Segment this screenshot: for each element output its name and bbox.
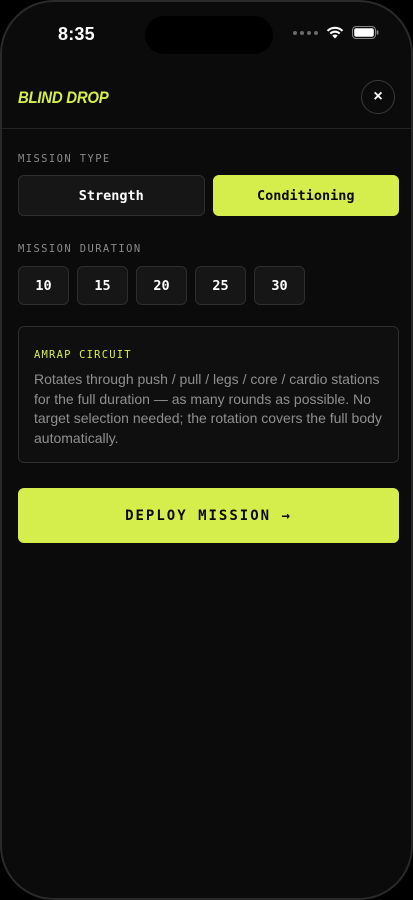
status-icons — [293, 26, 379, 39]
info-card-title: AMRAP CIRCUIT — [34, 349, 132, 361]
mission-type-selector: Strength Conditioning — [18, 175, 399, 216]
duration-15-button[interactable]: 15 — [77, 266, 128, 305]
status-time: 8:35 — [58, 24, 95, 44]
mission-duration-selector: 10 15 20 25 30 — [18, 266, 305, 305]
wifi-icon — [326, 26, 344, 39]
duration-25-button[interactable]: 25 — [195, 266, 246, 305]
mission-type-label: MISSION TYPE — [18, 153, 111, 165]
app-header: BLIND DROP × — [2, 66, 411, 129]
mission-type-conditioning-button[interactable]: Conditioning — [212, 175, 399, 216]
info-card-description: Rotates through push / pull / legs / cor… — [34, 371, 382, 446]
status-bar: 8:35 — [2, 2, 411, 66]
page-title: BLIND DROP — [18, 88, 109, 107]
battery-icon — [352, 26, 379, 39]
duration-20-button[interactable]: 20 — [136, 266, 187, 305]
close-icon: × — [373, 88, 383, 105]
phone-screen: 8:35 BLIND DROP × MISSION TYPE Strength … — [0, 0, 413, 900]
mission-type-strength-button[interactable]: Strength — [18, 175, 205, 216]
cellular-signal-icon — [293, 30, 318, 35]
mission-info-card: AMRAP CIRCUIT Rotates through push / pul… — [18, 326, 399, 463]
deploy-mission-button[interactable]: DEPLOY MISSION → — [18, 488, 399, 543]
duration-30-button[interactable]: 30 — [254, 266, 305, 305]
dynamic-island — [145, 16, 273, 54]
close-button[interactable]: × — [361, 80, 395, 114]
duration-10-button[interactable]: 10 — [18, 266, 69, 305]
mission-duration-label: MISSION DURATION — [18, 243, 142, 255]
